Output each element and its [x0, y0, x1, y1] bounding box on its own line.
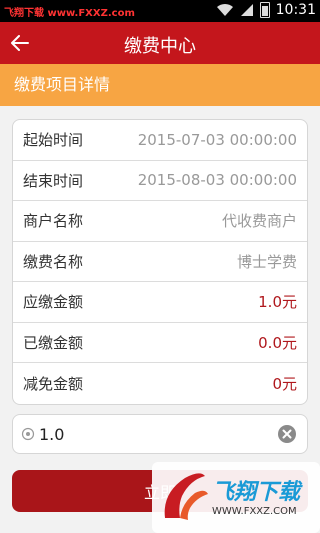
row-value: 博士学费: [236, 252, 297, 271]
title-bar: 缴费中心: [0, 22, 320, 64]
amount-input-box: [12, 414, 308, 454]
row-label: 应缴金额: [23, 293, 84, 312]
section-header: 缴费项目详情: [0, 64, 320, 106]
row-label: 减免金额: [23, 374, 84, 393]
row-value: 0.0元: [258, 333, 297, 352]
row-value: 代收费商户: [221, 212, 297, 231]
row-label: 商户名称: [23, 212, 84, 231]
detail-row-end-time: 结束时间 2015-08-03 00:00:00: [13, 161, 307, 201]
row-value: 2015-08-03 00:00:00: [137, 171, 297, 190]
row-label: 缴费名称: [23, 252, 84, 271]
logo-mark-icon: [164, 473, 208, 520]
watermark-logo: 飞翔下载 WWW.FXXZ.COM: [152, 462, 320, 533]
detail-row-fee-name: 缴费名称 博士学费: [13, 242, 307, 282]
wifi-icon: [216, 3, 233, 17]
signal-icon: [240, 4, 253, 16]
row-label: 起始时间: [23, 131, 84, 150]
detail-row-merchant: 商户名称 代收费商户: [13, 201, 307, 242]
detail-row-start-time: 起始时间 2015-07-03 00:00:00: [13, 120, 307, 161]
input-marker-icon: [21, 427, 35, 441]
detail-row-amount-due: 应缴金额 1.0元: [13, 282, 307, 323]
detail-list: 起始时间 2015-07-03 00:00:00 结束时间 2015-08-03…: [12, 119, 308, 405]
status-bar: 飞翔下载 www.FXXZ.com 10:31: [0, 0, 320, 22]
row-label: 已缴金额: [23, 333, 84, 352]
page-title: 缴费中心: [124, 36, 196, 57]
clear-icon[interactable]: [277, 424, 297, 444]
detail-row-amount-paid: 已缴金额 0.0元: [13, 323, 307, 363]
watermark-text: 飞翔下载 www.FXXZ.com: [4, 8, 135, 19]
row-label: 结束时间: [23, 171, 84, 190]
status-icons: 10:31: [216, 2, 316, 18]
row-value: 0元: [272, 374, 297, 393]
logo-text: 飞翔下载: [212, 480, 301, 505]
logo-url: WWW.FXXZ.COM: [212, 506, 297, 517]
battery-icon: [259, 2, 270, 18]
row-value: 2015-07-03 00:00:00: [137, 130, 297, 149]
detail-row-amount-waived: 减免金额 0元: [13, 363, 307, 404]
row-value: 1.0元: [258, 293, 297, 312]
clock: 10:31: [275, 2, 316, 18]
amount-input[interactable]: [39, 419, 277, 449]
